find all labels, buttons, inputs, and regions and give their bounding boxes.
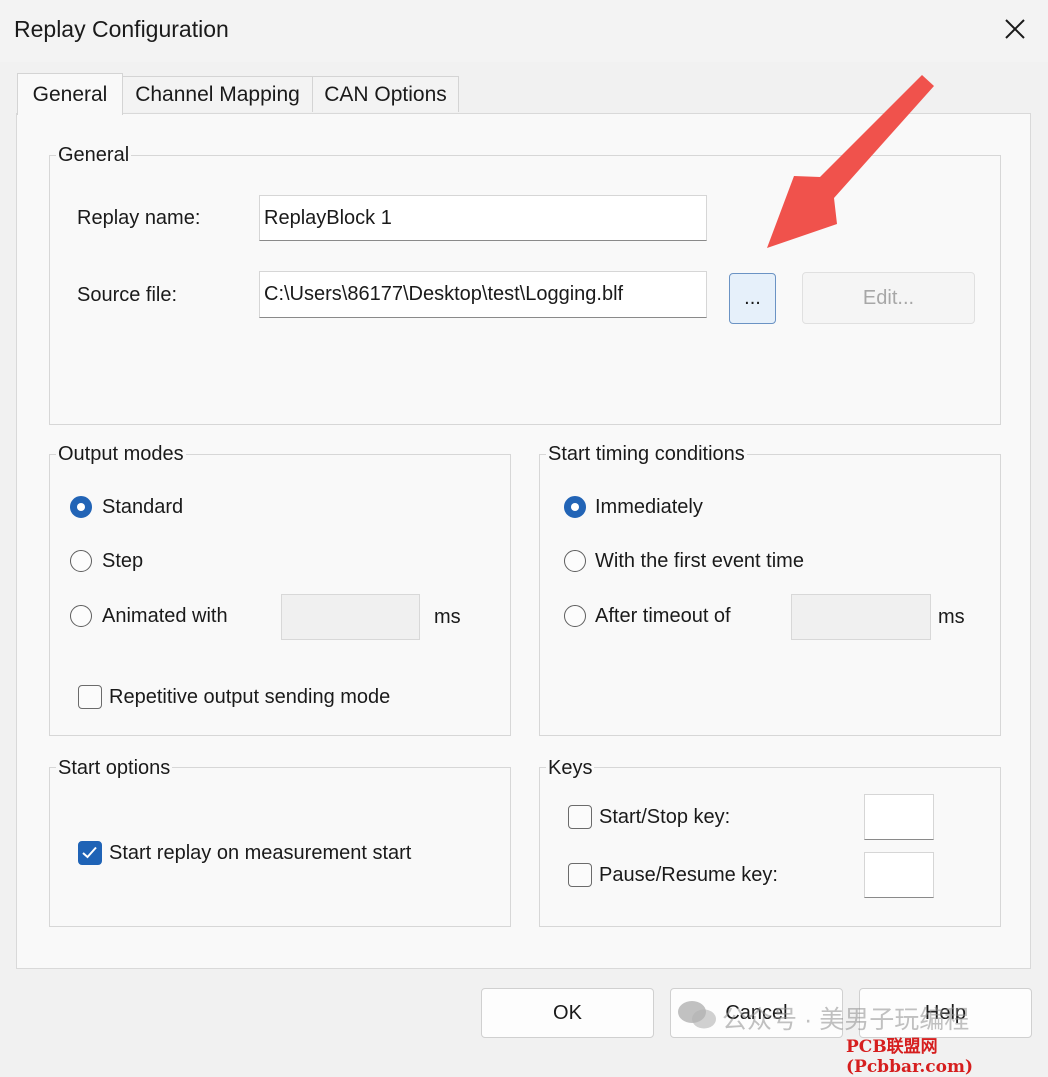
keys-title: Keys [546,757,595,780]
browse-button[interactable]: ... [729,273,776,324]
timeout-radio[interactable] [564,605,586,627]
standard-radio[interactable] [70,496,92,518]
edit-button[interactable]: Edit... [802,272,975,324]
immediately-label: Immediately [595,496,703,518]
repetitive-label: Repetitive output sending mode [109,686,391,708]
first-event-radio[interactable] [564,550,586,572]
first-event-label: With the first event time [595,550,804,572]
watermark-text: 公众号 · 美男子玩编程 [722,1006,970,1034]
wechat-logo-icon [678,1001,716,1029]
repetitive-checkbox[interactable] [78,685,102,709]
tab-channel-mapping[interactable]: Channel Mapping [122,76,313,112]
pause-resume-key-label: Pause/Resume key: [599,864,778,886]
pause-resume-key-input[interactable] [864,852,934,898]
replay-name-input[interactable] [259,195,707,241]
start-stop-key-input[interactable] [864,794,934,840]
standard-label: Standard [102,496,184,518]
annotation-arrow-icon [767,75,934,248]
animated-radio[interactable] [70,605,92,627]
source-file-label: Source file: [77,284,178,306]
ok-button[interactable]: OK [481,988,654,1038]
keys-group [539,767,1001,927]
close-icon [1005,19,1025,39]
watermark-site-text: PCB联盟网(Pcbbar.com) [846,1037,974,1077]
source-file-input[interactable] [259,271,707,318]
animated-ms-input[interactable] [281,594,420,640]
timeout-label: After timeout of [595,605,731,627]
start-replay-label: Start replay on measurement start [109,842,412,864]
close-button[interactable] [990,8,1040,50]
general-group-title: General [56,144,132,167]
timeout-ms-unit: ms [938,606,965,628]
checkmark-icon [82,846,97,859]
start-replay-checkbox[interactable] [78,841,102,865]
start-options-title: Start options [56,757,173,780]
window-title: Replay Configuration [14,16,229,42]
start-stop-key-checkbox[interactable] [568,805,592,829]
start-timing-title: Start timing conditions [546,443,747,466]
tab-can-options[interactable]: CAN Options [312,76,459,112]
start-stop-key-label: Start/Stop key: [599,806,731,828]
step-radio[interactable] [70,550,92,572]
output-modes-title: Output modes [56,443,186,466]
timeout-ms-input[interactable] [791,594,931,640]
tab-general[interactable]: General [17,73,123,115]
animated-ms-unit: ms [434,606,461,628]
step-label: Step [102,550,144,572]
replay-name-label: Replay name: [77,207,201,229]
pause-resume-key-checkbox[interactable] [568,863,592,887]
immediately-radio[interactable] [564,496,586,518]
animated-label: Animated with [102,605,228,627]
